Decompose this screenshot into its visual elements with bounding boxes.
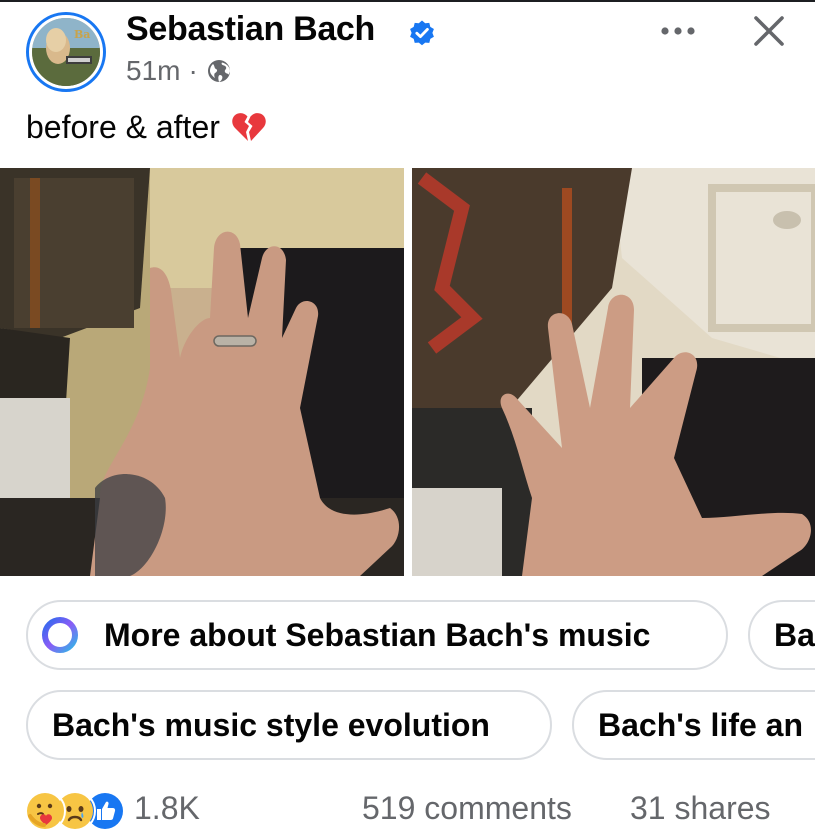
suggestion-label: Bach's life an [598, 706, 804, 743]
suggestion-chip-partial[interactable]: Ba [748, 600, 815, 670]
suggestion-chip-life[interactable]: Bach's life an [572, 690, 815, 760]
suggestion-label: Bach's music style evolution [52, 706, 490, 743]
shares-count[interactable]: 31 shares [630, 790, 771, 827]
facebook-post: Ba Sebastian Bach 51m · before & after M… [0, 0, 815, 840]
author-name[interactable]: Sebastian Bach [126, 10, 375, 49]
avatar-image: Ba [29, 15, 103, 89]
close-icon[interactable] [748, 10, 790, 52]
suggestion-label: Ba [774, 616, 815, 653]
suggestion-chip-more-about-music[interactable]: More about Sebastian Bach's music [26, 600, 728, 670]
svg-text:Ba: Ba [74, 28, 90, 41]
after-photo[interactable] [412, 168, 815, 576]
ai-ring-icon [42, 617, 78, 653]
after-hand-image [412, 168, 815, 576]
meta-separator: · [188, 55, 198, 86]
more-dots-icon [661, 27, 695, 35]
post-caption: before & after [26, 108, 268, 146]
post-time[interactable]: 51m [126, 55, 180, 87]
avatar-artwork: Ba [32, 18, 100, 86]
suggestion-label: More about Sebastian Bach's music [104, 616, 651, 653]
reaction-count[interactable]: 1.8K [134, 790, 200, 827]
suggestion-chip-style-evolution[interactable]: Bach's music style evolution [26, 690, 552, 760]
caption-text: before & after [26, 108, 220, 145]
comments-count[interactable]: 519 comments [362, 790, 572, 827]
post-header: Ba Sebastian Bach 51m · [0, 0, 815, 100]
post-meta: 51m · [126, 55, 232, 87]
verified-badge-icon [410, 20, 434, 46]
reaction-icons[interactable] [24, 790, 128, 832]
post-footer: 1.8K 519 comments 31 shares [0, 780, 815, 840]
care-reaction-icon [24, 790, 66, 832]
before-hand-image [0, 168, 404, 576]
broken-heart-icon [232, 113, 266, 141]
avatar[interactable]: Ba [26, 12, 106, 92]
more-options-button[interactable] [656, 16, 700, 46]
before-photo[interactable] [0, 168, 404, 576]
globe-icon [207, 60, 230, 82]
